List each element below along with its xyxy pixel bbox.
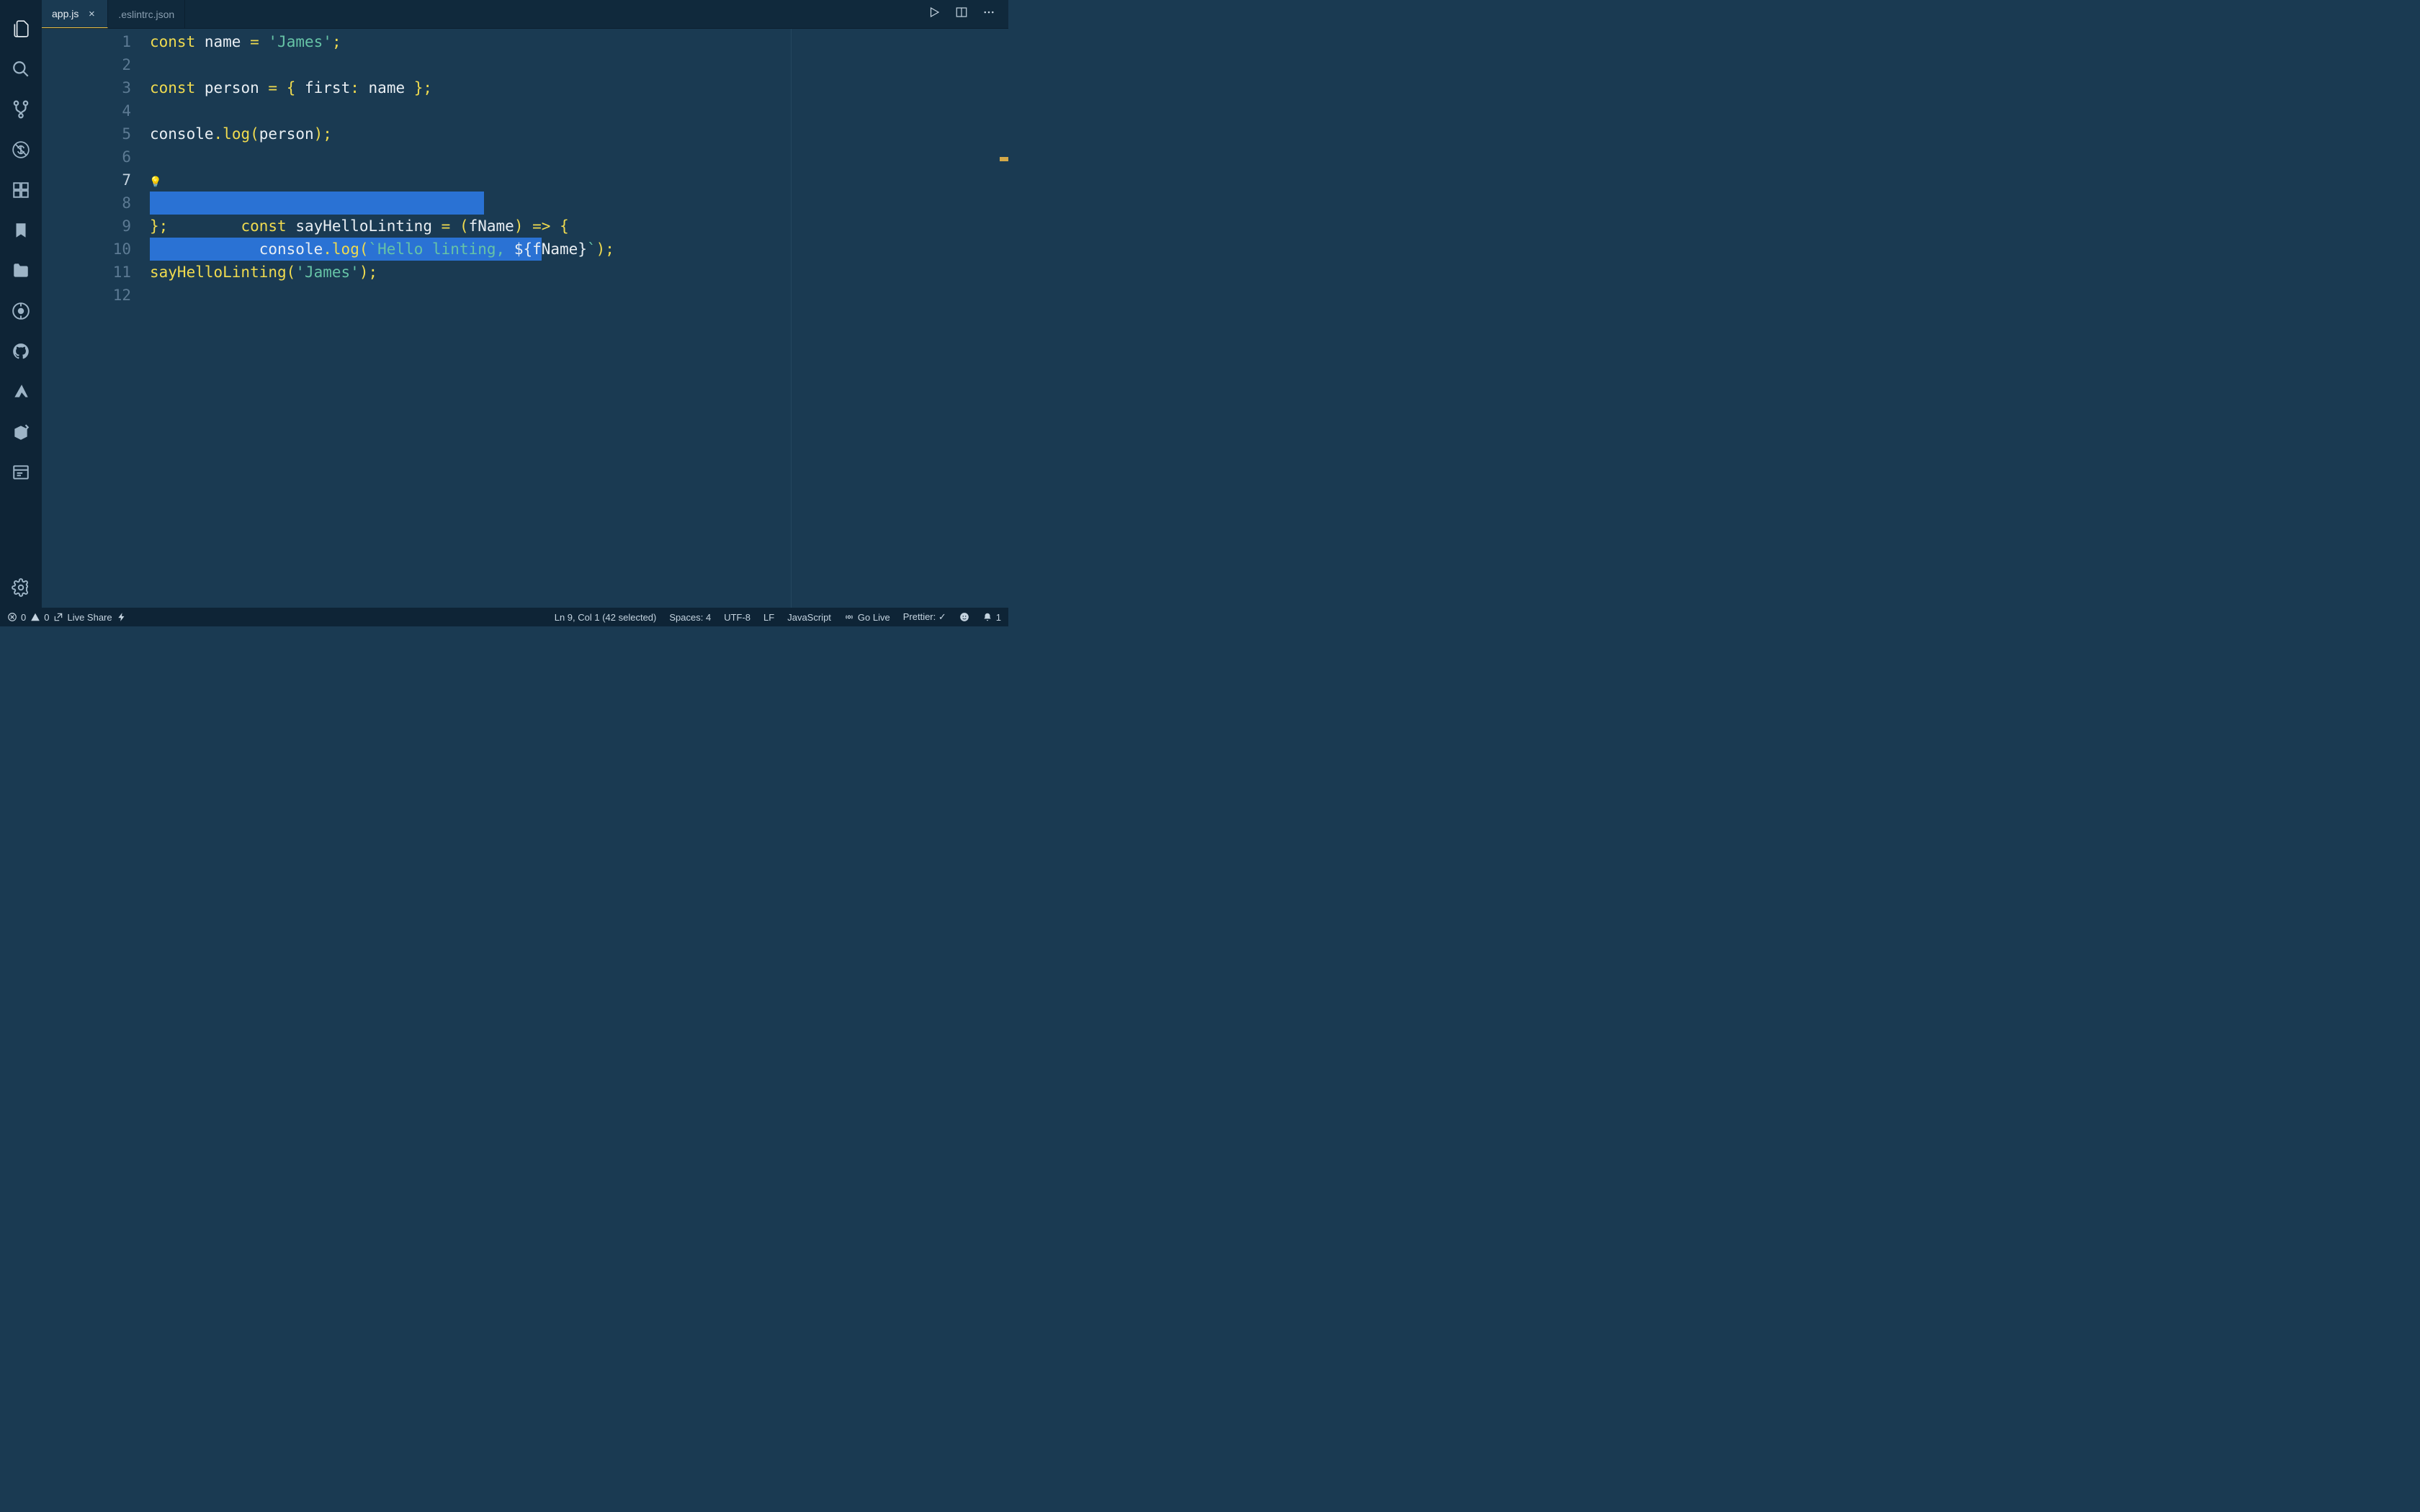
status-spaces[interactable]: Spaces: 4	[669, 612, 711, 623]
status-eol[interactable]: LF	[763, 612, 774, 623]
status-errors[interactable]: 0	[7, 612, 26, 623]
debug-disabled-icon[interactable]	[4, 130, 38, 170]
status-go-live[interactable]: Go Live	[844, 612, 890, 623]
tab-label: .eslintrc.json	[118, 9, 174, 20]
status-bolt[interactable]	[117, 612, 127, 622]
files-folder-icon[interactable]	[4, 251, 38, 291]
source-control-icon[interactable]	[4, 89, 38, 130]
tab-label: app.js	[52, 8, 79, 19]
status-encoding[interactable]: UTF-8	[724, 612, 750, 623]
gutter: 123456789101112	[42, 30, 150, 608]
settings-icon[interactable]	[4, 567, 38, 608]
split-editor-icon[interactable]	[955, 6, 968, 22]
editor-area: app.js × .eslintrc.json	[42, 0, 1008, 608]
tab-eslintrc[interactable]: .eslintrc.json	[108, 0, 185, 28]
tab-actions	[928, 0, 1008, 28]
status-bar: 0 0 Live Share Ln 9, Col 1 (42 selected)…	[0, 608, 1008, 626]
status-feedback[interactable]	[959, 612, 969, 622]
code-content[interactable]: 💡 const name = 'James'; const person = {…	[150, 30, 1008, 608]
run-icon[interactable]	[928, 6, 941, 22]
code-editor[interactable]: 123456789101112 💡 const name = 'James'; …	[42, 29, 1008, 608]
browser-preview-icon[interactable]	[4, 452, 38, 492]
azure-icon[interactable]	[4, 372, 38, 412]
live-share-icon[interactable]	[4, 412, 38, 452]
activity-bar	[0, 0, 42, 608]
tab-bar: app.js × .eslintrc.json	[42, 0, 1008, 29]
lightbulb-icon[interactable]: 💡	[149, 171, 161, 194]
status-live-share[interactable]: Live Share	[53, 612, 112, 623]
gitlens-icon[interactable]	[4, 291, 38, 331]
search-icon[interactable]	[4, 49, 38, 89]
status-cursor[interactable]: Ln 9, Col 1 (42 selected)	[555, 612, 657, 623]
more-icon[interactable]	[982, 6, 995, 22]
github-icon[interactable]	[4, 331, 38, 372]
status-warnings[interactable]: 0	[30, 612, 49, 623]
bookmark-icon[interactable]	[4, 210, 38, 251]
status-language[interactable]: JavaScript	[787, 612, 831, 623]
status-notifications[interactable]: 1	[982, 612, 1001, 623]
extensions-icon[interactable]	[4, 170, 38, 210]
status-prettier[interactable]: Prettier: ✓	[903, 611, 946, 623]
explorer-icon[interactable]	[4, 9, 38, 49]
close-icon[interactable]: ×	[86, 8, 97, 20]
tab-app-js[interactable]: app.js ×	[42, 0, 108, 28]
